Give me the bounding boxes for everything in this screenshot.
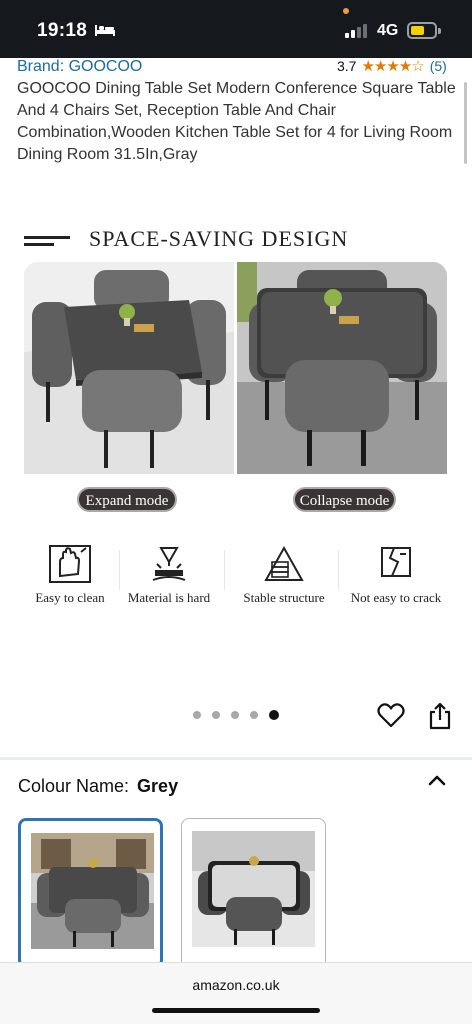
star-rating-icon: ★★★★☆ xyxy=(361,58,424,75)
colour-name-value: Grey xyxy=(137,776,179,796)
expand-mode-photo xyxy=(24,262,234,474)
carousel-dot[interactable] xyxy=(193,711,201,719)
review-count-link[interactable]: (5) xyxy=(430,58,447,74)
stable-structure-icon xyxy=(264,545,304,581)
crack-resistant-icon xyxy=(381,547,411,577)
scrollbar[interactable] xyxy=(464,82,467,164)
cellular-signal-icon xyxy=(345,24,367,38)
page-url[interactable]: amazon.co.uk xyxy=(0,977,472,993)
expand-mode-label: Expand mode xyxy=(77,487,177,512)
section-divider xyxy=(0,757,472,760)
feature-easy-to-clean: Easy to clean xyxy=(20,540,120,606)
hard-material-icon xyxy=(152,547,186,581)
privacy-indicator-dot xyxy=(343,8,349,14)
carousel-dot[interactable] xyxy=(231,711,239,719)
battery-icon xyxy=(407,22,437,39)
browser-address-bar[interactable]: amazon.co.uk xyxy=(0,962,472,1024)
feature-not-easy-to-crack: Not easy to crack xyxy=(346,540,446,606)
collapse-mode-photo xyxy=(237,262,447,474)
feature-label: Stable structure xyxy=(243,590,325,605)
feature-label: Easy to clean xyxy=(35,590,105,605)
heading-decoration xyxy=(24,243,54,246)
colour-name-row: Colour Name: Grey xyxy=(18,776,178,797)
feature-divider xyxy=(338,550,339,590)
home-indicator[interactable] xyxy=(152,1008,320,1013)
feature-stable-structure: Stable structure xyxy=(234,540,334,606)
carousel-dot[interactable] xyxy=(212,711,220,719)
chevron-up-icon[interactable] xyxy=(427,773,447,787)
swatch-image xyxy=(31,833,154,949)
heading-decoration xyxy=(24,236,70,239)
colour-swatch-alternate[interactable] xyxy=(181,818,326,968)
status-bar: 19:18 4G xyxy=(0,0,472,58)
share-icon[interactable] xyxy=(427,702,453,730)
battery-tip xyxy=(438,28,441,34)
status-time: 19:18 xyxy=(37,20,88,41)
image-heading: SPACE-SAVING DESIGN xyxy=(89,226,349,251)
feature-divider xyxy=(224,550,225,590)
feature-material-is-hard: Material is hard xyxy=(119,540,219,606)
swatch-image xyxy=(192,831,315,947)
network-type: 4G xyxy=(377,22,399,39)
rating-summary[interactable]: 3.7 ★★★★☆ (5) xyxy=(337,57,447,75)
rating-value: 3.7 xyxy=(337,58,357,74)
colour-swatch-grey[interactable] xyxy=(18,818,163,968)
wipe-hand-icon xyxy=(49,545,91,583)
carousel-dot[interactable] xyxy=(250,711,258,719)
brand-link[interactable]: Brand: GOOCOO xyxy=(17,58,142,76)
feature-label: Not easy to crack xyxy=(350,590,442,605)
carousel-dot[interactable] xyxy=(269,710,279,720)
feature-label: Material is hard xyxy=(127,590,211,605)
product-title: GOOCOO Dining Table Set Modern Conferenc… xyxy=(17,80,456,163)
collapse-mode-label: Collapse mode xyxy=(293,487,396,512)
wishlist-heart-icon[interactable] xyxy=(377,702,405,728)
image-carousel-dots[interactable] xyxy=(193,710,279,720)
colour-name-label: Colour Name: xyxy=(18,776,130,796)
sleep-focus-icon xyxy=(95,25,115,36)
